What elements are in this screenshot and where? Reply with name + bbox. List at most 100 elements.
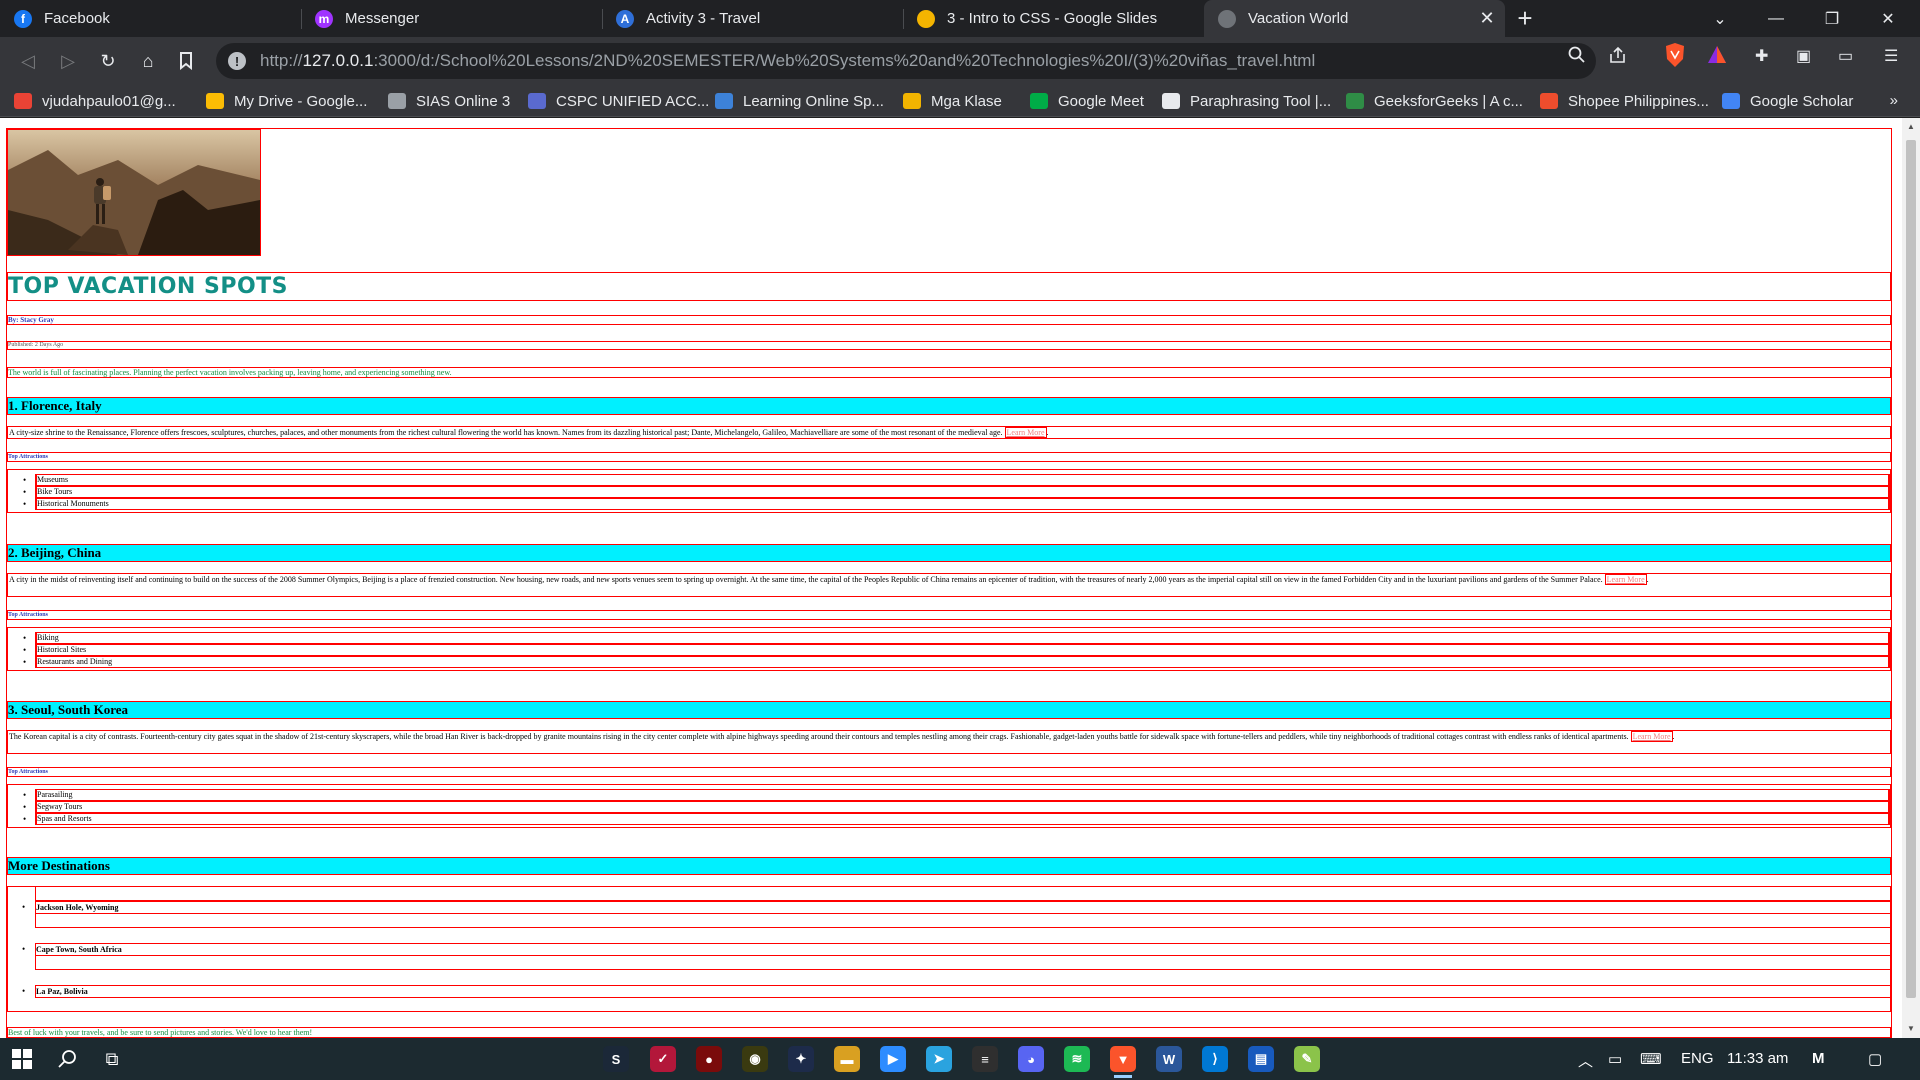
brave-browser-icon[interactable]: ▼ xyxy=(1110,1046,1136,1078)
restore-icon[interactable]: ❐ xyxy=(1804,0,1860,37)
bookmark-item[interactable]: GeeksforGeeks | A c... xyxy=(1346,90,1523,112)
forward-icon[interactable]: ▷ xyxy=(54,47,82,75)
bookmarks-overflow-icon[interactable]: » xyxy=(1890,92,1898,109)
app-icon[interactable]: ● xyxy=(696,1046,722,1072)
steam-icon[interactable]: S xyxy=(603,1046,629,1072)
brave-shield-icon[interactable] xyxy=(1664,42,1686,73)
learn-more-link[interactable]: Learn More xyxy=(1630,731,1673,742)
back-icon[interactable]: ◁ xyxy=(14,47,42,75)
notepad-icon[interactable]: ✎ xyxy=(1294,1046,1320,1072)
sidebar-icon[interactable]: ▣ xyxy=(1796,46,1811,66)
battery-icon[interactable]: ▭ xyxy=(1608,1050,1622,1068)
scroll-down-icon[interactable]: ▼ xyxy=(1907,1024,1915,1033)
shopee-icon xyxy=(1540,93,1558,109)
zoom-icon[interactable] xyxy=(1568,46,1586,69)
tray-overflow-icon[interactable]: ︿ xyxy=(1578,1050,1593,1071)
tab-label: Vacation World xyxy=(1248,10,1349,27)
mail-app-icon[interactable]: ✓ xyxy=(650,1046,676,1072)
bookmark-label: SIAS Online 3 xyxy=(416,92,511,110)
app-icon[interactable]: ▤ xyxy=(1248,1046,1274,1072)
close-window-icon[interactable]: ✕ xyxy=(1860,0,1916,37)
bookmark-item[interactable]: Google Scholar xyxy=(1722,90,1853,112)
classroom-icon xyxy=(903,93,921,109)
scroll-up-icon[interactable]: ▲ xyxy=(1907,122,1915,131)
list-spacer xyxy=(35,887,1892,901)
destination-heading: 1. Florence, Italy xyxy=(7,397,1891,415)
list-item: Biking xyxy=(23,632,1890,644)
discord-icon[interactable]: ◕ xyxy=(1018,1046,1044,1072)
zoom-app-icon[interactable]: ▶ xyxy=(880,1046,906,1072)
more-destinations-heading: More Destinations xyxy=(7,857,1891,875)
reload-icon[interactable]: ↻ xyxy=(94,47,122,75)
top-attractions-label: Top Attractions xyxy=(7,452,1891,462)
tab-label: Messenger xyxy=(345,10,420,27)
menu-icon[interactable]: ☰ xyxy=(1884,46,1898,66)
app-icon[interactable]: ✦ xyxy=(788,1046,814,1072)
bookmark-label: Learning Online Sp... xyxy=(743,92,884,110)
address-bar[interactable]: ! http://127.0.0.1:3000/d:/School%20Less… xyxy=(216,43,1596,79)
search-icon[interactable] xyxy=(54,1045,82,1073)
bookmark-label: Mga Klase xyxy=(931,92,1002,110)
brave-rewards-icon[interactable] xyxy=(1706,44,1728,71)
destination-description: A city in the midst of reinventing itsel… xyxy=(7,573,1891,597)
bookmark-icon[interactable] xyxy=(172,47,200,75)
list-item: Segway Tours xyxy=(23,801,1890,813)
bookmark-item[interactable]: Paraphrasing Tool |... xyxy=(1162,90,1331,112)
tab-search-icon[interactable]: ⌄ xyxy=(1692,0,1748,37)
keyboard-icon[interactable]: ⌨ xyxy=(1640,1050,1662,1068)
clock[interactable]: 11:33 am xyxy=(1727,1050,1788,1067)
browser-toolbar: ◁ ▷ ↻ ⌂ ! http://127.0.0.1:3000/d:/Schoo… xyxy=(0,37,1920,85)
home-icon[interactable]: ⌂ xyxy=(134,47,162,75)
app-icon[interactable]: ◉ xyxy=(742,1046,768,1072)
bookmarks-bar: » vjudahpaulo01@g... My Drive - Google...… xyxy=(0,85,1920,117)
minimize-icon[interactable]: — xyxy=(1748,0,1804,37)
site-info-icon[interactable]: ! xyxy=(228,52,246,70)
bookmark-item[interactable]: vjudahpaulo01@g... xyxy=(14,90,176,112)
tab-label: 3 - Intro to CSS - Google Slides xyxy=(947,10,1158,27)
app-icon[interactable]: ≡ xyxy=(972,1046,998,1072)
extensions-icon[interactable]: ✚ xyxy=(1755,46,1768,66)
attractions-list: Museums Bike Tours Historical Monuments xyxy=(7,469,1891,513)
tab-5[interactable]: Vacation World ✕ xyxy=(1204,0,1505,37)
bookmark-label: GeeksforGeeks | A c... xyxy=(1374,92,1523,110)
file-explorer-icon[interactable]: ▬ xyxy=(834,1046,860,1072)
windows-taskbar: ⧉ S ✓ ● ◉ ✦ ▬ ▶ ➤ ≡ ◕ ≋ ▼ W ⟩ ▤ ✎ ︿ ▭ ⌨ … xyxy=(0,1038,1920,1080)
meet-icon xyxy=(1030,93,1048,109)
bookmark-item[interactable]: SIAS Online 3 xyxy=(388,90,510,112)
notifications-icon[interactable]: ▢ xyxy=(1868,1050,1882,1068)
list-item: Parasailing xyxy=(23,789,1890,801)
task-view-icon[interactable]: ⧉ xyxy=(98,1045,126,1073)
vertical-scrollbar[interactable]: ▲ ▼ xyxy=(1902,118,1920,1038)
bookmark-label: Google Scholar xyxy=(1750,92,1854,110)
globe-icon xyxy=(1218,9,1236,28)
vscode-icon[interactable]: ⟩ xyxy=(1202,1046,1228,1072)
learn-more-link[interactable]: Learn More xyxy=(1004,427,1047,438)
app-tray-icon[interactable]: M xyxy=(1812,1050,1825,1067)
tab-2[interactable]: m Messenger xyxy=(301,0,602,37)
start-icon[interactable] xyxy=(8,1045,36,1073)
slides-icon xyxy=(917,9,935,28)
bookmark-item[interactable]: Google Meet xyxy=(1030,90,1144,112)
language-indicator[interactable]: ENG xyxy=(1681,1050,1714,1067)
learn-more-link[interactable]: Learn More xyxy=(1604,574,1647,585)
tab-4[interactable]: 3 - Intro to CSS - Google Slides xyxy=(903,0,1204,37)
bookmark-item[interactable]: CSPC UNIFIED ACC... xyxy=(528,90,709,112)
bookmark-item[interactable]: My Drive - Google... xyxy=(206,90,367,112)
tab-1[interactable]: f Facebook xyxy=(0,0,301,37)
spotify-icon[interactable]: ≋ xyxy=(1064,1046,1090,1072)
close-tab-icon[interactable]: ✕ xyxy=(1475,7,1499,31)
tab-3[interactable]: A Activity 3 - Travel xyxy=(602,0,903,37)
scholar-icon xyxy=(1722,93,1740,109)
wallet-icon[interactable]: ▭ xyxy=(1838,46,1853,66)
telegram-icon[interactable]: ➤ xyxy=(926,1046,952,1072)
bookmark-item[interactable]: Mga Klase xyxy=(903,90,1002,112)
messenger-icon: m xyxy=(315,9,333,28)
globe-icon xyxy=(388,93,406,109)
bookmark-item[interactable]: Shopee Philippines... xyxy=(1540,90,1709,112)
word-icon[interactable]: W xyxy=(1156,1046,1182,1072)
list-item: Historical Sites xyxy=(23,644,1890,656)
share-icon[interactable] xyxy=(1608,46,1628,69)
bookmark-item[interactable]: Learning Online Sp... xyxy=(715,90,884,112)
new-tab-button[interactable]: + xyxy=(1505,0,1545,37)
scrollbar-thumb[interactable] xyxy=(1906,140,1916,998)
